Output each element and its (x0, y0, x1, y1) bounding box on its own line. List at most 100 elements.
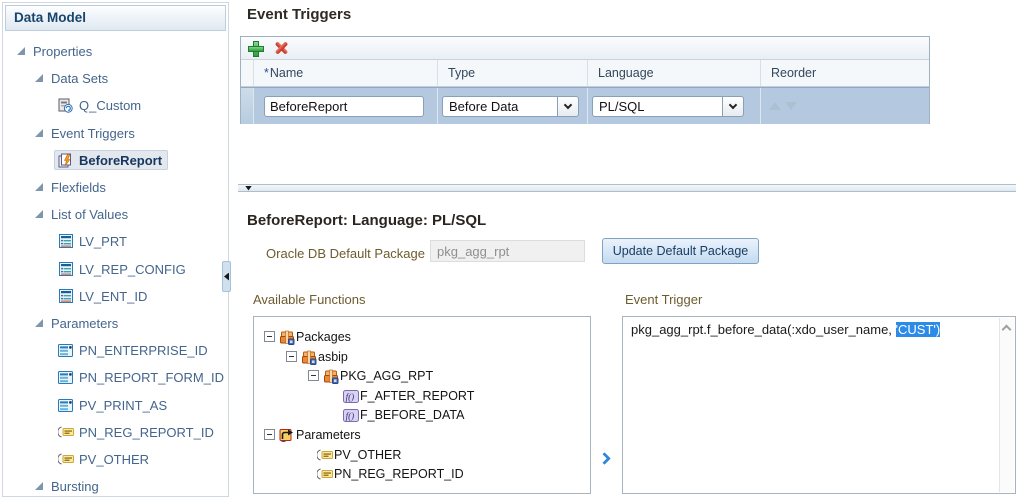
data-model-sidebar: Data Model Properties Data Sets Q_Custom Ev… (2, 2, 229, 497)
sidebar-item-parameters[interactable]: Parameters (35, 313, 118, 333)
sidebar-item-q-custom[interactable]: Q_Custom (57, 95, 141, 115)
data-model-tree: Properties Data Sets Q_Custom Event Trigger… (3, 31, 228, 496)
tree-item-label: LV_REP_CONFIG (79, 261, 186, 277)
sidebar-title: Data Model (5, 5, 226, 31)
disclosure-triangle-icon (35, 74, 43, 82)
row-selector-cell[interactable] (241, 88, 253, 124)
sidebar-item-pn-reg-report-id[interactable]: PN_REG_REPORT_ID (57, 422, 214, 442)
tree-item-label: PKG_AGG_RPT (340, 369, 434, 383)
scroll-up-icon[interactable] (1001, 324, 1012, 335)
collapse-node-icon[interactable] (264, 429, 275, 440)
sidebar-item-flexfields[interactable]: Flexfields (35, 177, 106, 197)
update-default-package-button[interactable]: Update Default Package (602, 238, 759, 264)
tree-item-label: LV_ENT_ID (79, 288, 148, 304)
required-marker: * (264, 66, 269, 80)
table-header-row: * Name Type Language Reorder (241, 60, 929, 87)
selector-column-header (241, 60, 253, 86)
tree-item-label: Event Triggers (51, 125, 135, 141)
disclosure-triangle-icon (35, 319, 43, 327)
package-icon (322, 368, 339, 384)
default-package-label: Oracle DB Default Package (266, 246, 425, 261)
chevron-down-icon (728, 100, 738, 109)
event-triggers-table: *Name Type Language Reorder Before Data … (240, 36, 930, 124)
sidebar-item-pn-enterprise-id[interactable]: PN_ENTERPRISE_ID (57, 340, 208, 360)
parameter-text-icon (57, 451, 74, 467)
parameter-text-icon (316, 447, 333, 463)
insert-function-button[interactable] (597, 449, 615, 467)
parameters-folder-icon (278, 427, 295, 443)
collapse-node-icon[interactable] (264, 331, 275, 342)
type-dropdown[interactable]: Before Data (442, 95, 579, 117)
list-of-values-icon (57, 233, 74, 249)
language-dropdown-button[interactable] (722, 95, 744, 117)
function-tree-item-packages[interactable]: Packages (254, 329, 590, 346)
delete-trigger-button[interactable] (274, 41, 289, 55)
tree-item-label: Parameters (51, 315, 119, 331)
selected-code-text: 'CUST') (895, 322, 941, 337)
code-line: pkg_agg_rpt.f_before_data(:xdo_user_name… (631, 322, 995, 337)
move-up-button[interactable] (769, 102, 781, 110)
table-row[interactable]: Before Data PL/SQL (241, 87, 929, 124)
event-triggers-heading: Event Triggers (247, 6, 352, 23)
name-column-label: Name (269, 66, 304, 80)
sidebar-item-event-triggers[interactable]: Event Triggers (35, 123, 135, 143)
tree-item-label: PN_ENTERPRISE_ID (79, 342, 208, 358)
function-tree-item-f-after-report[interactable]: f() F_AFTER_REPORT (254, 388, 590, 405)
tree-item-label: Parameters (296, 428, 361, 442)
tree-item-label: BeforeReport (79, 152, 163, 168)
dataset-icon (57, 97, 74, 113)
sidebar-item-pv-other[interactable]: PV_OTHER (57, 449, 149, 469)
function-tree-item-asbip[interactable]: asbip (254, 349, 590, 366)
code-text: pkg_agg_rpt.f_before_data(:xdo_user_name… (631, 322, 896, 337)
sidebar-item-pv-print-as[interactable]: PV_PRINT_AS (57, 395, 167, 415)
svg-text:f(): f() (345, 410, 354, 420)
function-tree-item-pn-reg-report-id[interactable]: PN_REG_REPORT_ID (254, 466, 590, 483)
event-trigger-code-editor[interactable]: pkg_agg_rpt.f_before_data(:xdo_user_name… (622, 316, 1016, 494)
horizontal-splitter[interactable] (238, 184, 1016, 192)
tree-item-label: PV_OTHER (334, 448, 402, 462)
function-tree-item-parameters[interactable]: Parameters (254, 427, 590, 444)
parameter-text-icon (57, 424, 74, 440)
event-trigger-label: Event Trigger (625, 292, 703, 307)
sidebar-item-lv-rep-config[interactable]: LV_REP_CONFIG (57, 259, 186, 279)
sidebar-item-data-sets[interactable]: Data Sets (35, 68, 108, 88)
editor-scrollbar[interactable] (999, 318, 1014, 492)
sidebar-item-pn-report-form-id[interactable]: PN_REPORT_FORM_ID (57, 367, 224, 387)
sidebar-item-lv-prt[interactable]: LV_PRT (57, 231, 127, 251)
triangle-down-icon (245, 185, 252, 191)
tree-item-label: F_AFTER_REPORT (360, 389, 475, 403)
trigger-detail-heading: BeforeReport: Language: PL/SQL (247, 212, 487, 229)
double-chevron-right-icon (597, 451, 611, 465)
function-tree-item-pkg-agg-rpt[interactable]: PKG_AGG_RPT (254, 368, 590, 385)
function-tree-item-pv-other[interactable]: PV_OTHER (254, 447, 590, 464)
tree-item-label: Data Sets (51, 70, 109, 86)
sidebar-item-lv-ent-id[interactable]: LV_ENT_ID (57, 286, 147, 306)
type-dropdown-button[interactable] (557, 95, 579, 117)
tree-item-label: Bursting (51, 478, 99, 494)
function-tree-item-f-before-data[interactable]: f() F_BEFORE_DATA (254, 407, 590, 424)
sidebar-item-beforereport[interactable]: BeforeReport (54, 150, 169, 170)
reorder-column-header: Reorder (760, 60, 929, 86)
collapse-node-icon[interactable] (286, 351, 297, 362)
package-icon (300, 349, 317, 365)
sidebar-item-list-of-values[interactable]: List of Values (35, 204, 128, 224)
svg-text:f(): f() (345, 391, 354, 401)
move-down-button[interactable] (785, 102, 797, 110)
add-trigger-button[interactable] (248, 41, 264, 57)
chevron-down-icon (563, 100, 573, 109)
sidebar-item-properties[interactable]: Properties (17, 41, 92, 61)
type-column-header: Type (437, 60, 587, 86)
tree-item-label: LV_PRT (79, 233, 127, 249)
sidebar-item-bursting[interactable]: Bursting (35, 476, 99, 496)
disclosure-triangle-icon (35, 210, 43, 218)
language-cell: PL/SQL (587, 88, 760, 124)
tree-item-label: PN_REG_REPORT_ID (79, 424, 214, 440)
collapse-node-icon[interactable] (308, 370, 319, 381)
splitter-collapse-button[interactable] (240, 185, 257, 191)
sidebar-collapse-handle[interactable] (222, 261, 231, 292)
default-package-input (430, 240, 585, 262)
reorder-cell (760, 88, 929, 124)
trigger-name-input[interactable] (264, 95, 424, 117)
language-dropdown[interactable]: PL/SQL (592, 95, 744, 117)
tree-item-label: PV_PRINT_AS (79, 397, 168, 413)
